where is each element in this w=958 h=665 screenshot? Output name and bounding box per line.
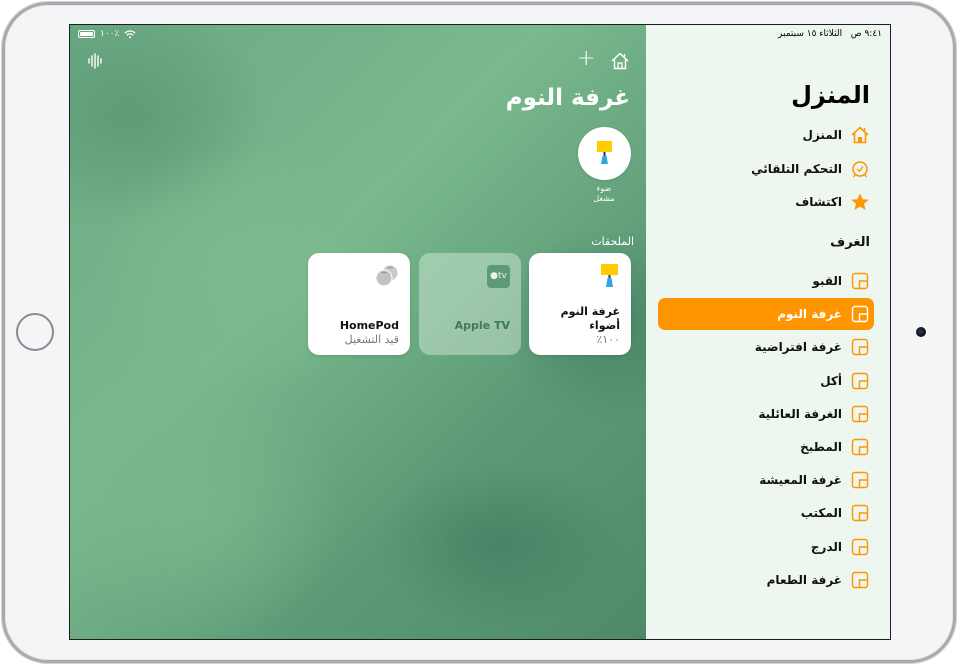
home-button[interactable] [16,313,54,351]
home-settings-icon[interactable] [610,51,630,71]
battery-icon [78,30,95,38]
sidebar-item-home[interactable]: المنزل [658,119,874,151]
accessory-tile-apple-tv[interactable]: ●tv Apple TV [419,253,521,355]
scene-label-line2: مشغل [593,194,615,203]
add-button[interactable]: + [577,48,595,70]
scene-light-button[interactable] [578,127,631,180]
sidebar-room-item[interactable]: غرفة النوم [658,298,874,331]
sidebar-item-label: اكتشاف [795,195,842,209]
scene-label-line1: ضوء [596,184,612,193]
room-icon [850,537,870,557]
accessory-tile-homepod[interactable]: HomePod قيد التشغيل [308,253,410,355]
room-icon [850,437,870,457]
room-detail-pane: ١٠٠٪ + غرفة النوم ضوء مشغل الملحقات غرفة… [70,25,646,639]
siri-voice-icon[interactable] [86,53,104,69]
room-icon [850,337,870,357]
sidebar-room-item[interactable]: غرفة المعيشة [658,464,874,496]
rooms-header: الغرف [830,235,870,250]
sidebar-room-item[interactable]: أكل [658,365,874,397]
lamp-icon [601,264,618,287]
sidebar: ٩:٤١ ص الثلاثاء ١٥ سبتمبر المنزل المنزل [646,25,890,639]
room-title: غرفة النوم [505,85,630,111]
room-icon [850,371,870,391]
accessory-tile-bedroom-lights[interactable]: غرفة النوم أضواء ١٠٠٪ [529,253,631,355]
room-label: الدرج [810,539,842,554]
room-icon [850,503,870,523]
accessories-header: الملحقات [591,235,634,248]
tile-status: ١٠٠٪ [596,333,620,346]
sidebar-title: المنزل [791,81,870,109]
status-bar-right: ٩:٤١ ص الثلاثاء ١٥ سبتمبر [778,29,882,39]
wifi-icon [124,29,137,38]
front-camera [916,327,926,337]
tile-name-line2: أضواء [589,319,620,332]
tile-name: Apple TV [454,319,510,332]
sidebar-item-label: المنزل [802,128,842,142]
home-icon [850,125,870,145]
sidebar-room-item[interactable]: الغرفة العائلية [658,398,874,430]
homepod-icon [375,264,399,287]
sidebar-item-label: التحكم التلقائي [751,162,842,176]
room-label: غرفة المعيشة [759,473,842,488]
sidebar-room-item[interactable]: الدرج [658,531,874,563]
room-label: غرفة النوم [777,307,842,322]
room-label: غرفة الطعام [766,572,842,587]
sidebar-item-discover[interactable]: اكتشاف [658,186,874,218]
tile-status: قيد التشغيل [344,333,399,346]
room-icon [850,404,870,424]
sidebar-room-item[interactable]: غرفة افتراضية [658,331,874,363]
sidebar-room-item[interactable]: غرفة الطعام [658,564,874,596]
apple-tv-icon: ●tv [487,265,510,288]
tile-name: HomePod [339,319,399,332]
sidebar-item-automation[interactable]: التحكم التلقائي [658,153,874,185]
room-label: القبو [812,274,842,288]
room-label: أكل [820,373,842,388]
status-date: الثلاثاء ١٥ سبتمبر [778,29,843,39]
screen: ١٠٠٪ + غرفة النوم ضوء مشغل الملحقات غرفة… [69,24,891,640]
lamp-icon [597,141,612,164]
sidebar-room-item[interactable]: المكتب [658,497,874,529]
room-icon [850,271,870,291]
room-icon [850,304,870,324]
room-icon [850,570,870,590]
sidebar-room-item[interactable]: القبو [658,265,874,297]
battery-percent: ١٠٠٪ [100,29,120,39]
sidebar-room-item[interactable]: المطبخ [658,431,874,463]
scene-label: ضوء مشغل [574,184,634,204]
star-icon [850,192,870,212]
room-label: الغرفة العائلية [758,406,842,421]
room-icon [850,470,870,490]
room-label: المطبخ [800,440,842,454]
status-bar-left: ١٠٠٪ [78,29,137,39]
tile-name: غرفة النوم [560,305,620,318]
automation-clock-icon [850,159,870,179]
room-label: غرفة افتراضية [754,340,842,355]
room-label: المكتب [800,506,842,521]
status-time: ٩:٤١ ص [850,29,882,39]
